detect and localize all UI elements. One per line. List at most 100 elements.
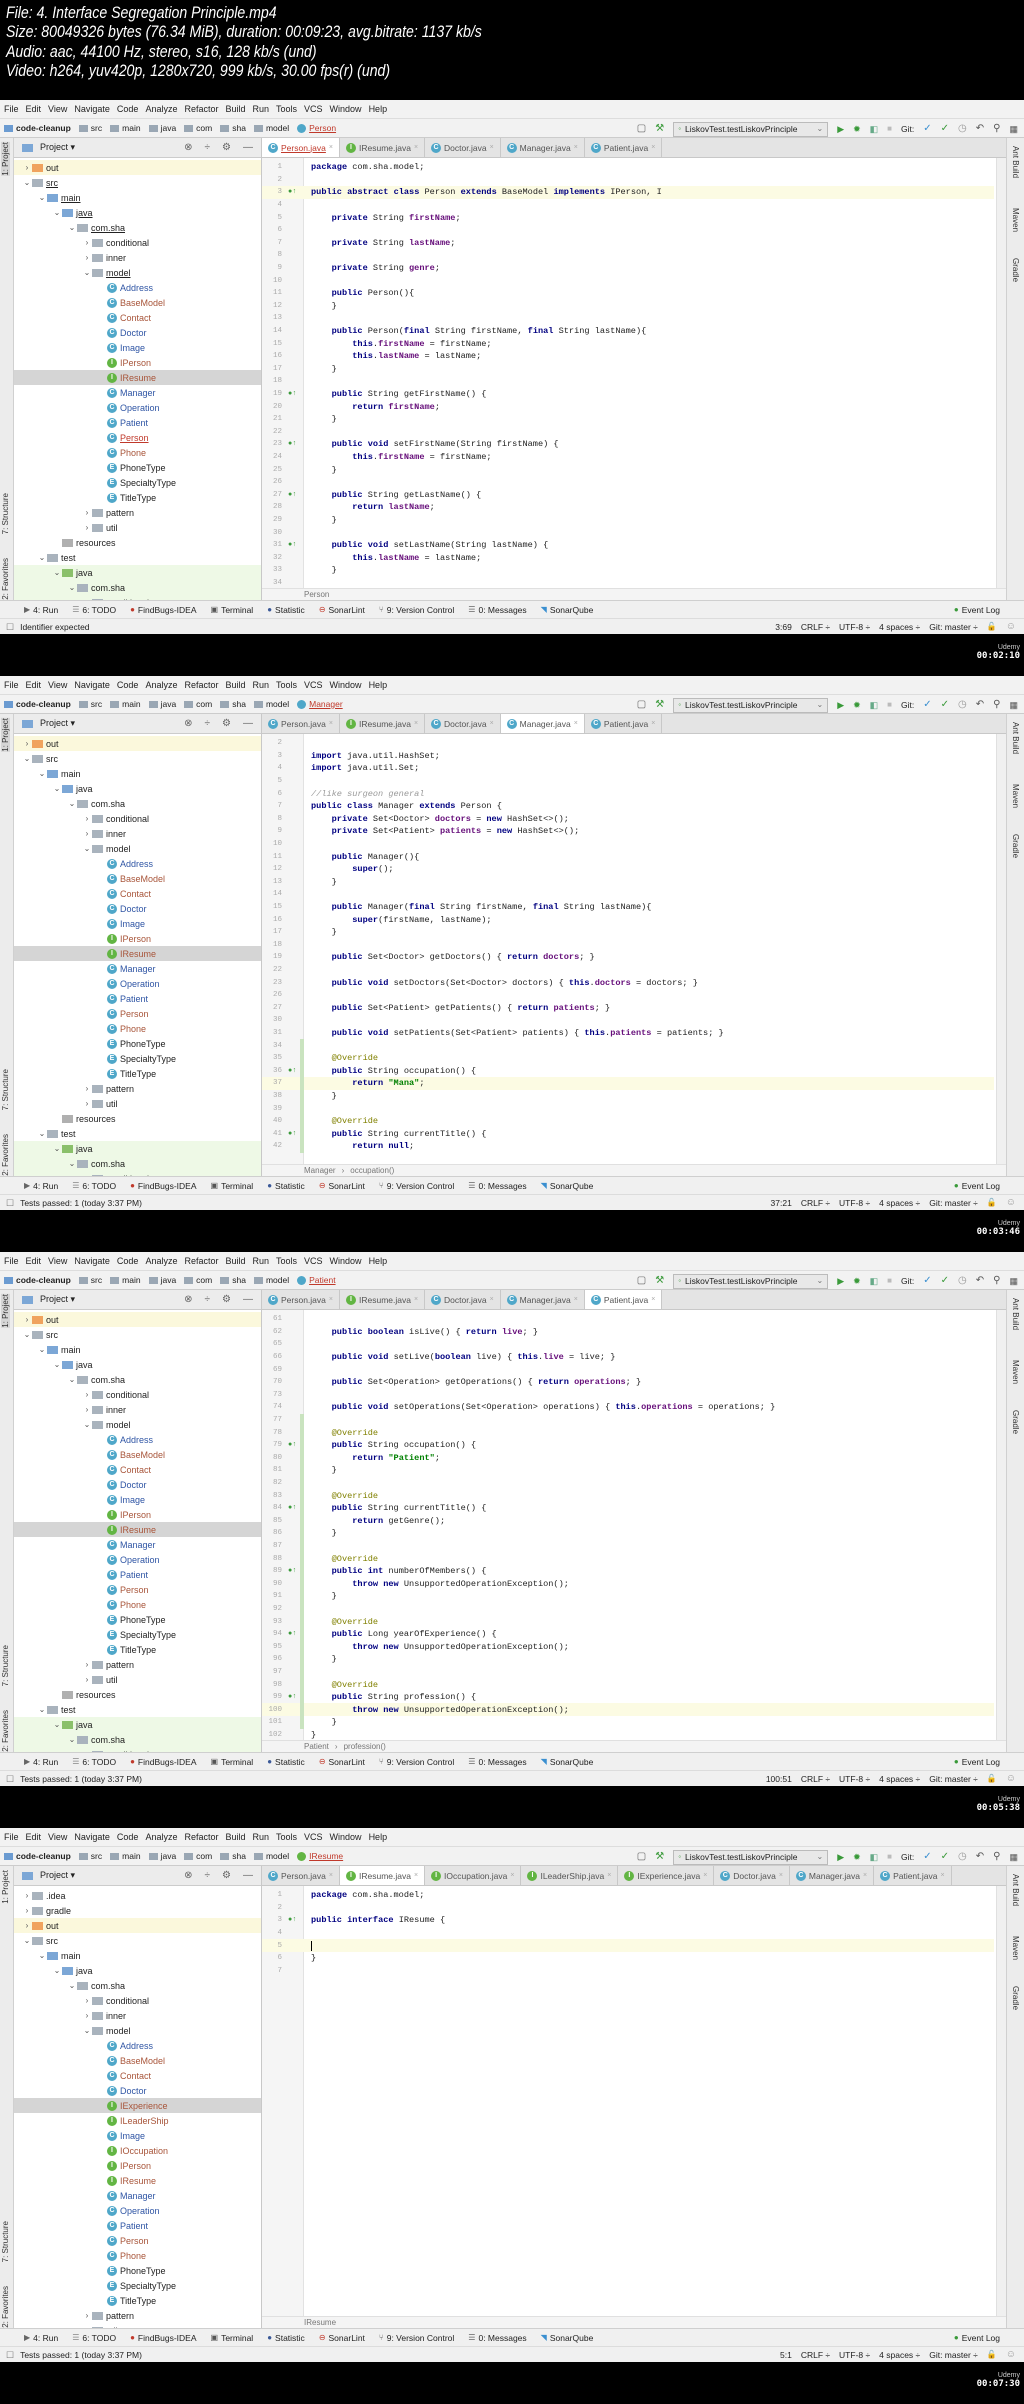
nav-crumb[interactable]: java [148,123,176,133]
tool-window-button[interactable]: ⊖ SonarLint [319,1181,365,1191]
nav-crumb[interactable]: main [110,1851,141,1861]
chevron-down-icon[interactable]: ⌄ [22,1330,32,1339]
override-icon[interactable]: ●↑ [288,1693,296,1701]
menu-navigate[interactable]: Navigate [74,680,110,690]
chevron-right-icon[interactable]: › [82,523,92,532]
nav-crumb[interactable]: java [148,1275,176,1285]
status-widget[interactable]: UTF-8 ÷ [839,1198,870,1208]
tree-item[interactable]: C Address [14,280,261,295]
run-configuration-select[interactable]: ◦ LiskovTest.testLiskovPrinciple ⌄ [673,1273,829,1289]
chevron-right-icon[interactable]: › [82,1084,92,1093]
tree-item[interactable]: C Manager [14,385,261,400]
tree-item[interactable]: › conditional [14,235,261,250]
tree-item[interactable]: I ILeaderShip [14,2113,261,2128]
tool-window-button[interactable]: ● FindBugs-IDEA [130,1181,196,1191]
run-icon[interactable]: ▶ [837,124,844,134]
menu-view[interactable]: View [48,680,67,690]
close-icon[interactable]: × [703,1872,707,1879]
menu-edit[interactable]: Edit [26,1256,42,1266]
tool-window-project[interactable]: 1: Project [1,1870,10,1904]
tool-window-button[interactable]: ● FindBugs-IDEA [130,2333,196,2343]
vcs-change-marker[interactable] [300,1627,304,1641]
debug-icon[interactable]: ✹ [853,700,861,710]
debug-icon[interactable]: ✹ [853,1852,861,1862]
chevron-right-icon[interactable]: › [82,1390,92,1399]
tree-item[interactable]: › conditional [14,1993,261,2008]
tree-item[interactable]: ⌄ java [14,205,261,220]
scroll-from-source-icon[interactable]: ⊗ [184,1295,192,1305]
chevron-right-icon[interactable]: › [82,238,92,247]
nav-crumb[interactable]: com [184,1275,212,1285]
tree-item[interactable]: › pattern [14,1081,261,1096]
tree-item[interactable]: ⌄ model [14,1417,261,1432]
tool-window-gradle[interactable]: Gradle [1011,1410,1020,1434]
nav-crumb[interactable]: src [78,1851,102,1861]
tree-item[interactable]: C Contact [14,886,261,901]
tree-item[interactable]: ⌄ com.sha [14,580,261,595]
vcs-update-icon[interactable]: ✓ [923,1276,931,1286]
coverage-icon[interactable]: ◧ [870,1852,879,1862]
close-icon[interactable]: × [329,1872,333,1879]
close-icon[interactable]: × [607,1872,611,1879]
lock-icon[interactable]: 🔓 [987,1198,997,1208]
vcs-change-marker[interactable] [300,1716,304,1729]
close-icon[interactable]: × [414,1872,418,1879]
editor-tab[interactable]: C Person.java × [262,1290,340,1309]
tree-item[interactable]: C BaseModel [14,1447,261,1462]
editor-tab[interactable]: C Patient.java × [585,138,663,157]
inspector-icon[interactable]: ☺ [1006,622,1016,632]
vcs-change-marker[interactable] [300,1451,304,1465]
override-icon[interactable]: ●↑ [288,491,296,499]
hide-icon[interactable]: — [243,719,253,729]
status-widget[interactable]: 4 spaces ÷ [879,2350,920,2360]
editor-breadcrumb[interactable]: occupation() [350,1166,394,1175]
tree-item[interactable]: I IExperience [14,2098,261,2113]
tree-item[interactable]: ⌄ com.sha [14,220,261,235]
hide-icon[interactable]: — [243,1295,253,1305]
menu-code[interactable]: Code [117,680,139,690]
chevron-down-icon[interactable]: ⌄ [37,553,47,562]
chevron-down-icon[interactable]: ⌄ [67,1981,77,1990]
chevron-right-icon[interactable]: › [82,508,92,517]
chevron-down-icon[interactable]: ⌄ [67,1735,77,1744]
structure-icon[interactable]: ▦ [1009,1276,1018,1286]
chevron-right-icon[interactable]: › [22,163,32,172]
tree-item[interactable]: ⌄ main [14,1948,261,1963]
vcs-change-marker[interactable] [300,1114,304,1128]
menu-help[interactable]: Help [369,1832,388,1842]
tool-window-maven[interactable]: Maven [1011,784,1020,808]
tree-item[interactable]: › inner [14,250,261,265]
tree-item[interactable]: E TitleType [14,1066,261,1081]
tree-item[interactable]: C Image [14,1492,261,1507]
status-widget[interactable]: 4 spaces ÷ [879,622,920,632]
collapse-all-icon[interactable]: ÷ [205,1295,211,1305]
tree-item[interactable]: C Doctor [14,325,261,340]
tree-item[interactable]: C Person [14,430,261,445]
structure-icon[interactable]: ▦ [1009,700,1018,710]
editor-tab[interactable]: C Manager.java × [500,714,585,733]
tree-item[interactable]: C BaseModel [14,871,261,886]
tree-item[interactable]: E PhoneType [14,1036,261,1051]
window-icon[interactable]: ▢ [637,1852,646,1862]
tree-item[interactable]: C Phone [14,1021,261,1036]
chevron-down-icon[interactable]: ⌄ [67,583,77,592]
tool-window-button[interactable]: ● Statistic [267,2333,305,2343]
tree-item[interactable]: C Doctor [14,1477,261,1492]
editor-tab[interactable]: C Manager.java × [790,1866,875,1885]
tool-window-project[interactable]: 1: Project [1,718,10,752]
menu-window[interactable]: Window [330,1832,362,1842]
tool-window-ant-build[interactable]: Ant Build [1011,1874,1020,1906]
menu-file[interactable]: File [4,680,19,690]
gear-icon[interactable]: ⚙ [222,1295,231,1305]
tree-item[interactable]: ⌄ com.sha [14,1156,261,1171]
vcs-update-icon[interactable]: ✓ [923,700,931,710]
tool-window-button[interactable]: ☰ 0: Messages [468,1757,526,1767]
override-icon[interactable]: ●↑ [288,1630,296,1638]
menu-view[interactable]: View [48,1832,67,1842]
build-hammer-icon[interactable]: ⚒ [655,124,664,134]
hide-icon[interactable]: — [243,1871,253,1881]
tree-item[interactable]: C Phone [14,1597,261,1612]
tool-window-button[interactable]: ⑂ 9: Version Control [379,605,454,615]
tree-item[interactable]: C BaseModel [14,2053,261,2068]
nav-crumb[interactable]: Patient [297,1275,336,1285]
